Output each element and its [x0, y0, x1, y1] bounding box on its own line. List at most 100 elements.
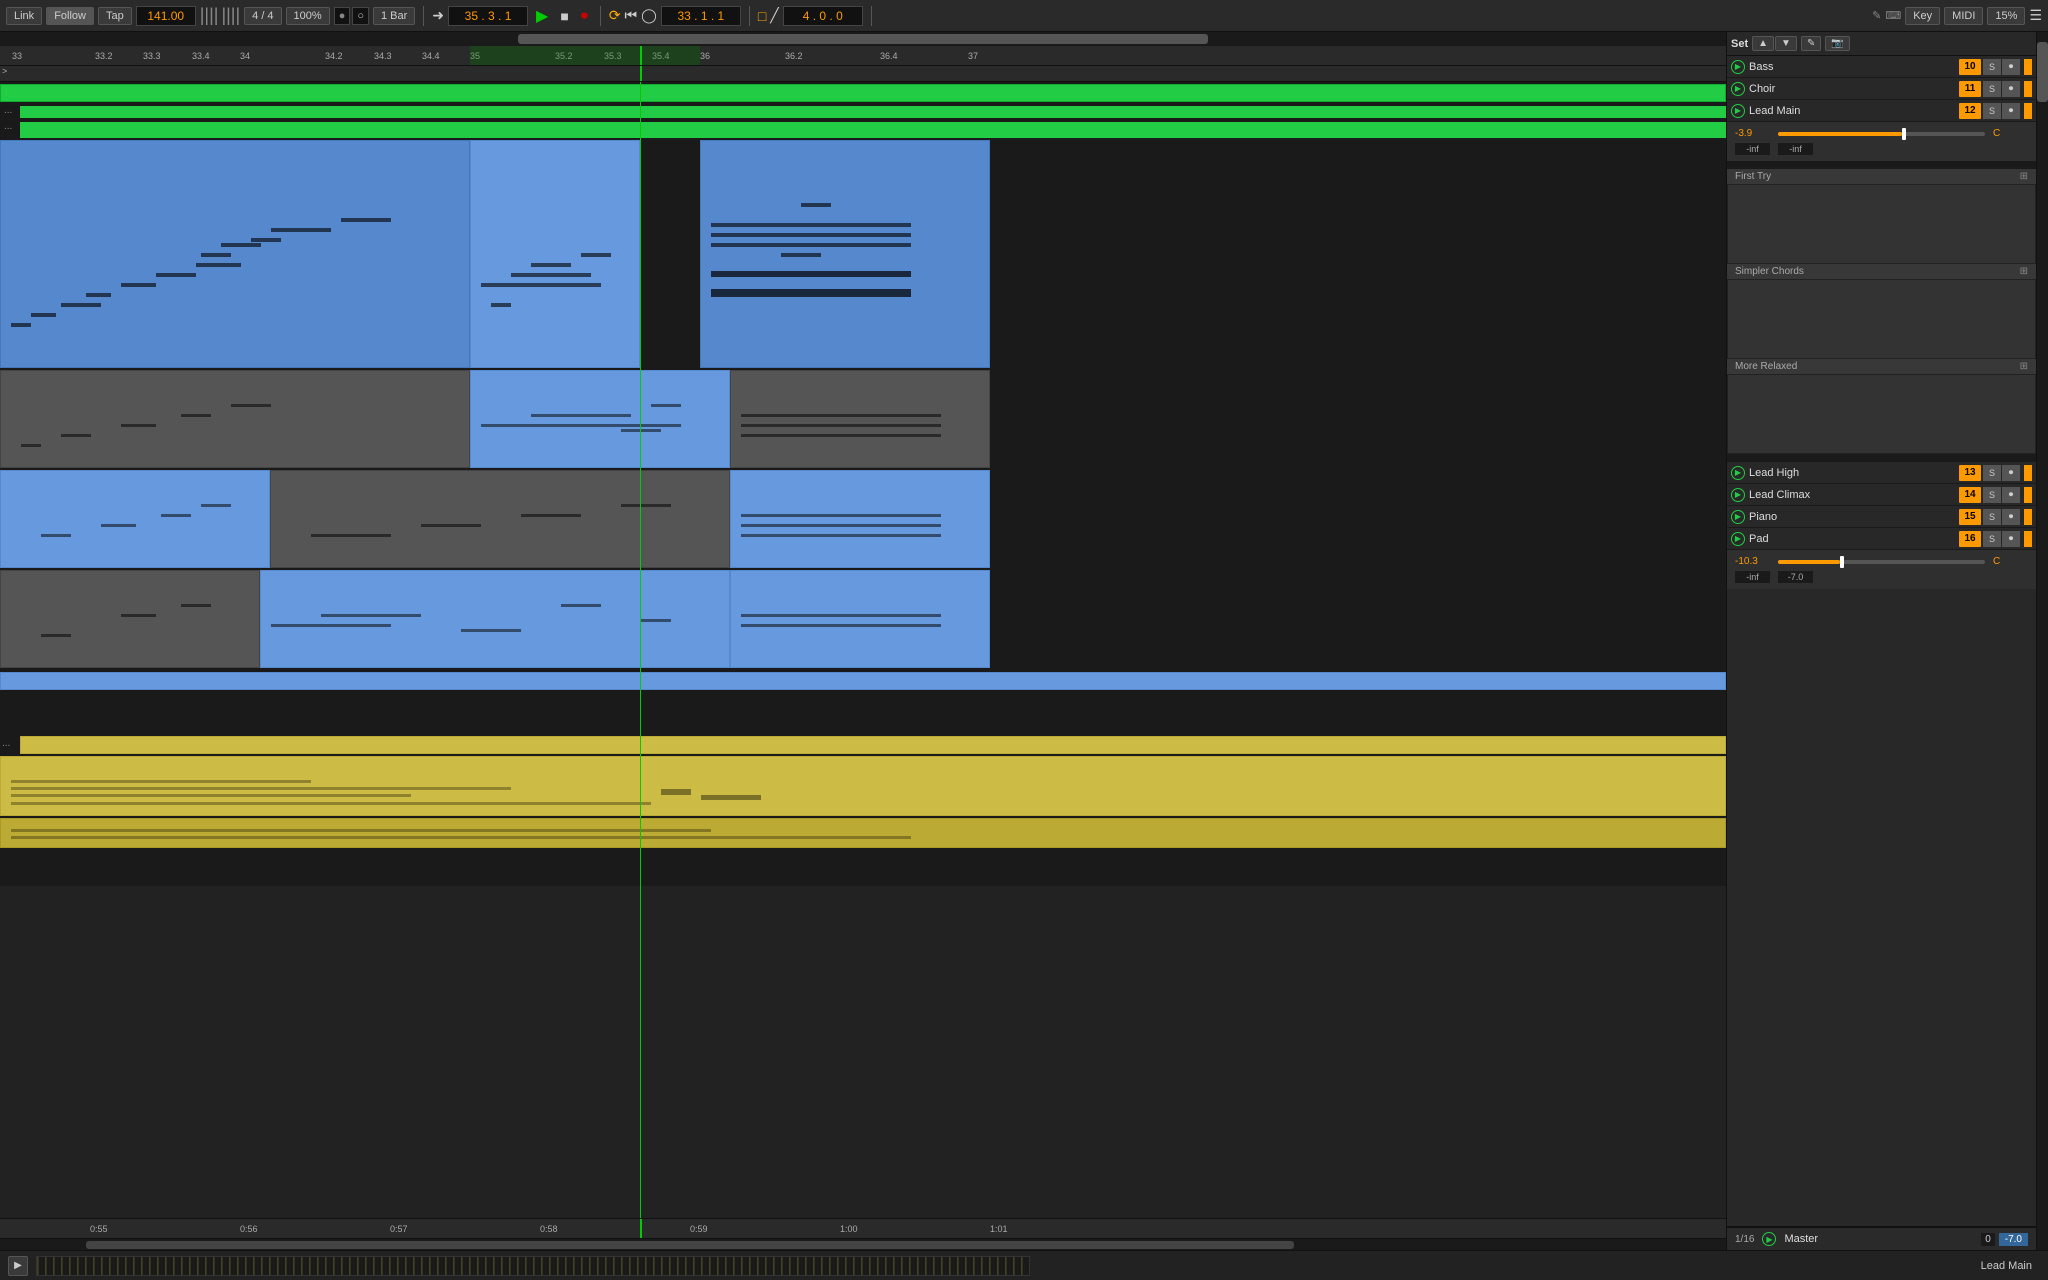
simplerchords-icon[interactable]: ⊞: [2020, 266, 2028, 277]
clip-blue-simpler-2[interactable]: [730, 470, 990, 568]
note-r1: [711, 223, 911, 227]
record-button[interactable]: ⏺: [577, 7, 592, 24]
mixer-s-bass[interactable]: S: [1983, 59, 2001, 75]
y-note-4: [11, 780, 311, 783]
mixer-o-bass[interactable]: ⏺: [2002, 59, 2020, 75]
morerelaxed-icon[interactable]: ⊞: [2020, 361, 2028, 372]
mixer-s-leadhigh[interactable]: S: [1983, 465, 2001, 481]
clip-blue-relaxed-2[interactable]: [730, 570, 990, 668]
link-button[interactable]: Link: [6, 7, 42, 25]
pencil-icon[interactable]: ✎: [1872, 9, 1881, 22]
mixer-play-pad[interactable]: ▶: [1731, 532, 1745, 546]
mixer-name-choir: Choir: [1749, 83, 1959, 95]
content-row: 33 33.2 33.3 33.4 34 34.2 34.3 34.4 35 3…: [0, 32, 2048, 1250]
mixer-s-pad[interactable]: S: [1983, 531, 2001, 547]
mixer-o-piano[interactable]: ⏺: [2002, 509, 2020, 525]
key-button[interactable]: Key: [1905, 7, 1940, 25]
clip-blue-firsttry[interactable]: [470, 370, 730, 468]
clip-blue-simpler-1[interactable]: [0, 470, 270, 568]
br-note-5: [641, 619, 671, 622]
mixer-s-leadmain[interactable]: S: [1983, 103, 2001, 119]
morerelaxed-empty: [1727, 374, 2036, 454]
mixer-play-leadmain[interactable]: ▶: [1731, 104, 1745, 118]
clip-yellow-top[interactable]: [20, 736, 1726, 754]
h-scroll-thumb[interactable]: [518, 34, 1208, 44]
tap-button[interactable]: Tap: [98, 7, 132, 25]
mixer-play-piano[interactable]: ▶: [1731, 510, 1745, 524]
position-display-1[interactable]: 35 . 3 . 1: [448, 6, 528, 26]
g-note-4: [231, 404, 271, 407]
loop-icon[interactable]: ⟳: [609, 7, 621, 24]
mixer-o-leadmain[interactable]: ⏺: [2002, 103, 2020, 119]
mixer-pencil-btn[interactable]: ✎: [1801, 36, 1821, 51]
right-scrollbar[interactable]: [2036, 32, 2048, 1250]
clip-gray-simpler-1[interactable]: [270, 470, 730, 568]
clip-green-2[interactable]: [20, 106, 1726, 118]
mixer-play-leadhigh[interactable]: ▶: [1731, 466, 1745, 480]
lead-main-db2: -inf: [1778, 143, 1813, 155]
mixer-s-choir[interactable]: S: [1983, 81, 2001, 97]
mixer-o-leadclimax[interactable]: ⏺: [2002, 487, 2020, 503]
mixer-play-master[interactable]: ▶: [1762, 1232, 1776, 1246]
metronome-icon[interactable]: ◯: [641, 7, 657, 24]
stop-button[interactable]: ■: [556, 8, 572, 24]
h-scroll-area[interactable]: [0, 32, 1726, 46]
mixer-name-master: Master: [1784, 1233, 1977, 1245]
mixer-play-bass[interactable]: ▶: [1731, 60, 1745, 74]
capture-icon[interactable]: □: [758, 8, 766, 24]
zoom-display[interactable]: 100%: [286, 7, 330, 25]
bottom-play-btn[interactable]: ▶: [8, 1256, 28, 1276]
pad-fader-track[interactable]: [1778, 560, 1985, 564]
track-row-audio1: [0, 82, 1726, 104]
clip-blue-relaxed-1[interactable]: [260, 570, 730, 668]
mixer-nav-up[interactable]: ▲: [1752, 36, 1774, 51]
note-r4: [711, 271, 911, 277]
clip-blue-main-1[interactable]: [0, 140, 470, 368]
scale-display[interactable]: 15%: [1987, 7, 2025, 25]
rewind-icon[interactable]: ⏮: [625, 7, 638, 24]
draw-icon[interactable]: ╱: [770, 7, 778, 24]
firsttry-icon[interactable]: ⊞: [2020, 171, 2028, 182]
mixer-o-choir[interactable]: ⏺: [2002, 81, 2020, 97]
mixer-camera-btn[interactable]: 📷: [1825, 36, 1849, 51]
time-sig-display[interactable]: 4 / 4: [244, 7, 281, 25]
arrow-icon[interactable]: ➜: [432, 7, 444, 24]
clip-gray-firsttry-1[interactable]: [0, 370, 470, 468]
scroll-thumb-right[interactable]: [2037, 42, 2048, 102]
clip-green-3[interactable]: [20, 122, 1726, 138]
midi-button[interactable]: MIDI: [1944, 7, 1983, 25]
clip-blue-main-3[interactable]: [700, 140, 990, 368]
mixer-o-pad[interactable]: ⏺: [2002, 531, 2020, 547]
play-button[interactable]: ▶: [532, 6, 552, 26]
pad-fader-thumb[interactable]: [1840, 556, 1844, 568]
h-scroll-bottom-thumb[interactable]: [86, 1241, 1294, 1249]
quantize-display[interactable]: 1 Bar: [373, 7, 415, 25]
follow-button[interactable]: Follow: [46, 7, 94, 25]
hamburger-icon[interactable]: ☰: [2029, 7, 2042, 24]
clip-leadhigh[interactable]: [0, 672, 1726, 690]
mixer-nav-down[interactable]: ▼: [1775, 36, 1797, 51]
keys-icon[interactable]: ⌨: [1885, 9, 1901, 22]
mixer-play-leadclimax[interactable]: ▶: [1731, 488, 1745, 502]
bpm-display[interactable]: 141.00: [136, 6, 196, 26]
sep2: [600, 6, 601, 26]
mixer-s-leadclimax[interactable]: S: [1983, 487, 2001, 503]
clip-yellow-main[interactable]: [0, 756, 1726, 816]
position-display-3[interactable]: 4 . 0 . 0: [783, 6, 863, 26]
clip-green-1[interactable]: [0, 84, 1726, 102]
clip-gray-relaxed-1[interactable]: [0, 570, 260, 668]
lead-main-fader-thumb[interactable]: [1902, 128, 1906, 140]
position-display-2[interactable]: 33 . 1 . 1: [661, 6, 741, 26]
clip-blue-main-2[interactable]: [470, 140, 640, 368]
mixer-play-choir[interactable]: ▶: [1731, 82, 1745, 96]
bottom-scroll-area[interactable]: [0, 1238, 1726, 1250]
clip-yellow-bottom[interactable]: [0, 818, 1726, 848]
bottom-clip-label: Lead Main: [1038, 1260, 2040, 1272]
mixer-s-piano[interactable]: S: [1983, 509, 2001, 525]
clip-gray-firsttry-2[interactable]: [730, 370, 990, 468]
set-label: Set: [1731, 38, 1748, 50]
lead-main-fader-track[interactable]: [1778, 132, 1985, 136]
mixer-num-leadclimax: 14: [1959, 487, 1981, 503]
bottom-waveform-area: [36, 1256, 1030, 1276]
mixer-o-leadhigh[interactable]: ⏺: [2002, 465, 2020, 481]
